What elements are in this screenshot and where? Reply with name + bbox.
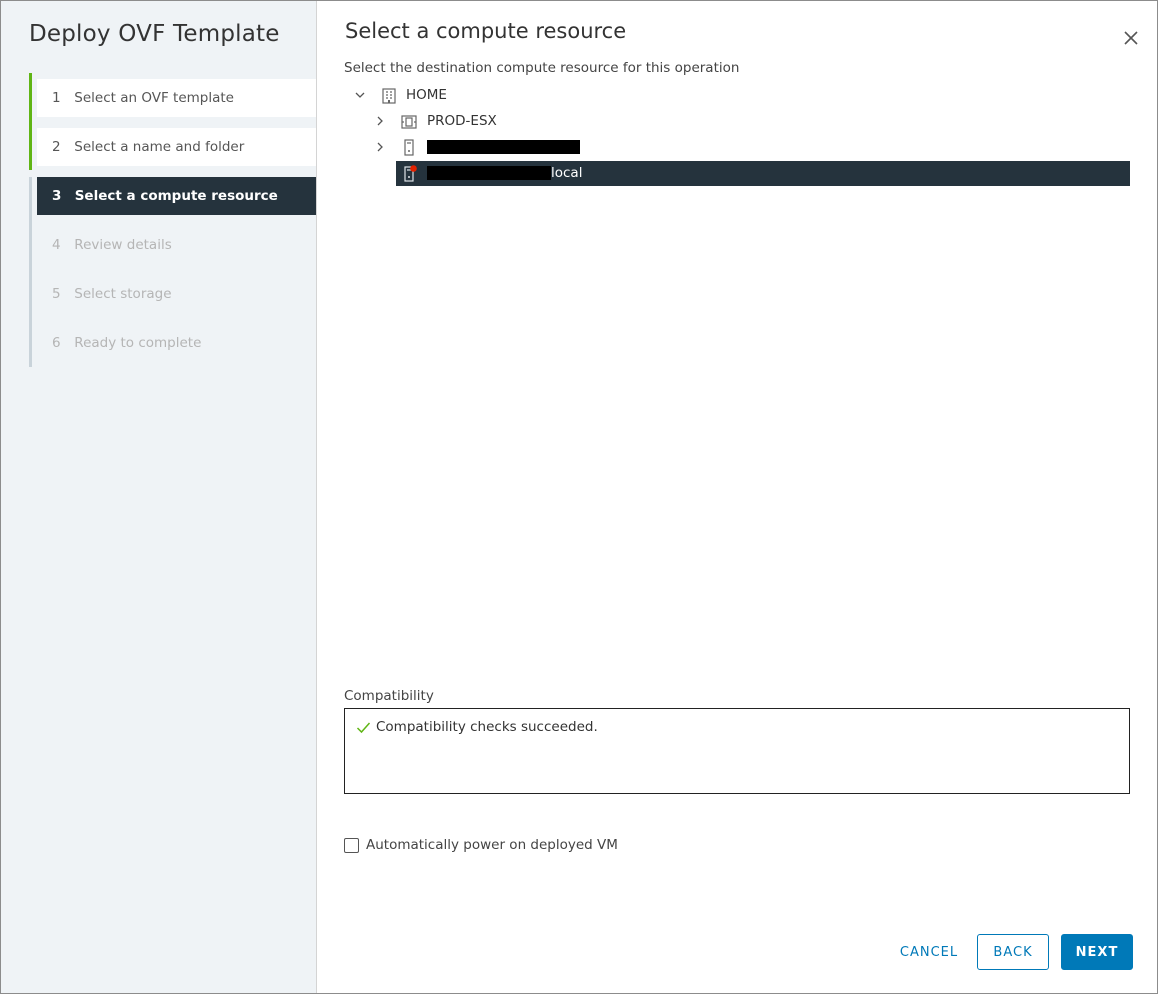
tree-node-label: PROD-ESX — [427, 113, 497, 129]
compatibility-message: Compatibility checks succeeded. — [376, 719, 598, 735]
tree-node-home[interactable]: HOME — [344, 83, 644, 108]
step-label: Review details — [74, 237, 172, 253]
chevron-down-icon[interactable] — [354, 89, 366, 101]
back-button[interactable]: BACK — [977, 934, 1049, 970]
step-select-name-folder[interactable]: 2 Select a name and folder — [37, 128, 316, 166]
step-select-ovf-template[interactable]: 1 Select an OVF template — [37, 79, 316, 117]
step-number: 6 — [52, 335, 61, 351]
redacted-host-name — [427, 166, 551, 180]
power-on-label[interactable]: Automatically power on deployed VM — [366, 837, 618, 854]
step-number: 3 — [52, 188, 62, 204]
progress-rail-completed — [29, 73, 32, 170]
step-select-compute-resource[interactable]: 3 Select a compute resource — [37, 177, 316, 215]
step-number: 2 — [52, 139, 61, 155]
chevron-right-icon[interactable] — [374, 141, 386, 153]
compatibility-label: Compatibility — [344, 688, 434, 704]
step-number: 4 — [52, 237, 61, 253]
chevron-right-icon[interactable] — [374, 115, 386, 127]
tree-node-selected-host[interactable]: local — [396, 161, 1130, 186]
wizard-title: Deploy OVF Template — [29, 21, 280, 47]
wizard-steps: 1 Select an OVF template 2 Select a name… — [29, 73, 316, 367]
power-on-checkbox[interactable] — [344, 838, 359, 853]
page-subtitle: Select the destination compute resource … — [344, 60, 740, 76]
cluster-icon — [401, 115, 417, 129]
step-label: Select a name and folder — [74, 139, 245, 155]
checkmark-icon — [356, 722, 371, 734]
step-label: Select a compute resource — [74, 188, 278, 204]
redacted-host-name — [427, 140, 580, 154]
host-warning-icon — [404, 165, 417, 182]
tree-node-label: local — [551, 165, 583, 181]
wizard-sidebar: Deploy OVF Template 1 Select an OVF temp… — [1, 1, 317, 993]
page-title: Select a compute resource — [345, 19, 627, 43]
cancel-button[interactable]: CANCEL — [890, 934, 968, 970]
tree-node-host[interactable] — [344, 135, 644, 160]
tree-node-prod-esx[interactable]: PROD-ESX — [344, 109, 644, 134]
step-select-storage: 5 Select storage — [37, 275, 316, 313]
step-number: 1 — [52, 90, 61, 106]
host-icon — [404, 139, 414, 156]
step-review-details: 4 Review details — [37, 226, 316, 264]
compatibility-panel: Compatibility checks succeeded. — [344, 708, 1130, 794]
datacenter-icon — [382, 88, 396, 104]
close-icon — [1124, 31, 1138, 45]
deploy-ovf-dialog: Deploy OVF Template 1 Select an OVF temp… — [0, 0, 1158, 994]
next-button[interactable]: NEXT — [1061, 934, 1133, 970]
step-label: Select storage — [74, 286, 172, 302]
progress-rail-remaining — [29, 177, 32, 367]
tree-node-label: HOME — [406, 87, 447, 103]
step-label: Select an OVF template — [74, 90, 234, 106]
step-ready-to-complete: 6 Ready to complete — [37, 324, 316, 362]
step-number: 5 — [52, 286, 61, 302]
close-button[interactable] — [1121, 28, 1141, 48]
step-label: Ready to complete — [74, 335, 202, 351]
